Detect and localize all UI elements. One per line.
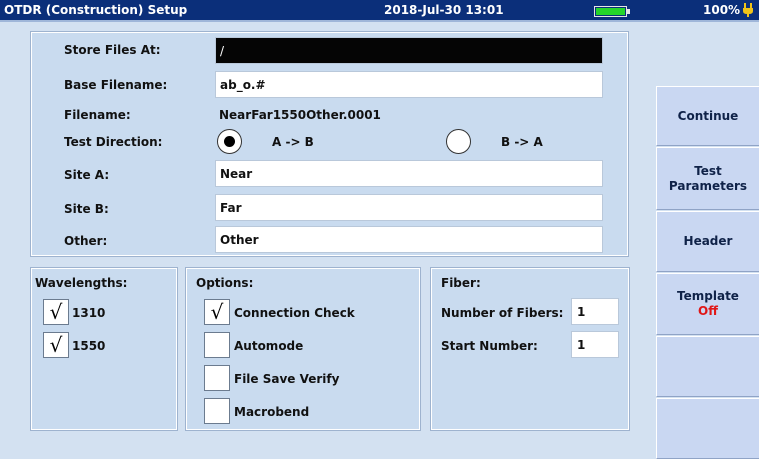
number-of-fibers-label: Number of Fibers: — [441, 306, 564, 320]
options-title: Options: — [196, 276, 254, 290]
template-label: Template — [677, 289, 739, 303]
automode-label: Automode — [234, 339, 304, 353]
connection-check-checkbox[interactable]: √ — [204, 299, 230, 325]
empty-softkey-5[interactable] — [656, 336, 759, 397]
file-save-verify-label: File Save Verify — [234, 372, 340, 386]
file-settings-panel: Store Files At: / Base Filename: ab_o.# … — [30, 31, 629, 257]
other-label: Other: — [64, 234, 108, 248]
site-b-label: Site B: — [64, 202, 109, 216]
test-direction-label: Test Direction: — [64, 135, 163, 149]
wavelengths-title: Wavelengths: — [35, 276, 128, 290]
store-files-label: Store Files At: — [64, 43, 161, 57]
filename-value: NearFar1550Other.0001 — [219, 108, 381, 122]
connection-check-label: Connection Check — [234, 306, 355, 320]
direction-ba-radio[interactable] — [446, 129, 471, 154]
header-label: Header — [683, 234, 733, 248]
template-state: Off — [698, 304, 718, 318]
window-title: OTDR (Construction) Setup — [4, 3, 188, 17]
direction-ba-label: B -> A — [501, 135, 543, 149]
plug-icon — [743, 3, 753, 17]
store-files-field[interactable]: / — [215, 37, 603, 64]
wavelength-1310-label: 1310 — [72, 306, 106, 320]
number-of-fibers-field[interactable]: 1 — [571, 298, 619, 325]
battery-icon — [594, 6, 630, 17]
wavelength-1550-label: 1550 — [72, 339, 106, 353]
checkmark-icon: √ — [49, 333, 63, 357]
fiber-panel: Fiber: Number of Fibers: 1 Start Number:… — [430, 267, 630, 431]
site-a-field[interactable]: Near — [215, 160, 603, 187]
other-field[interactable]: Other — [215, 226, 603, 253]
site-a-label: Site A: — [64, 168, 110, 182]
checkmark-icon: √ — [210, 300, 224, 324]
start-number-label: Start Number: — [441, 339, 538, 353]
checkmark-icon: √ — [49, 300, 63, 324]
title-bar: OTDR (Construction) Setup 2018-Jul-30 13… — [0, 0, 759, 22]
wavelength-1310-checkbox[interactable]: √ — [43, 299, 69, 325]
site-b-field[interactable]: Far — [215, 194, 603, 221]
direction-ab-label: A -> B — [272, 135, 314, 149]
continue-label: Continue — [677, 108, 739, 123]
options-panel: Options: √ Connection Check Automode Fil… — [185, 267, 421, 431]
automode-checkbox[interactable] — [204, 332, 230, 358]
empty-softkey-6[interactable] — [656, 398, 759, 459]
base-filename-label: Base Filename: — [64, 78, 168, 92]
test-parameters-button[interactable]: Test Parameters — [656, 147, 759, 210]
continue-button[interactable]: Continue — [656, 86, 759, 146]
battery-percent: 100% — [703, 3, 741, 17]
test-parameters-label-line2: Parameters — [668, 178, 748, 193]
macrobend-checkbox[interactable] — [204, 398, 230, 424]
filename-label: Filename: — [64, 108, 131, 122]
template-button[interactable]: Template Off — [656, 273, 759, 335]
base-filename-field[interactable]: ab_o.# — [215, 71, 603, 98]
file-save-verify-checkbox[interactable] — [204, 365, 230, 391]
fiber-title: Fiber: — [441, 276, 481, 290]
direction-ab-radio[interactable] — [217, 129, 242, 154]
start-number-field[interactable]: 1 — [571, 331, 619, 358]
wavelengths-panel: Wavelengths: √ 1310 √ 1550 — [30, 267, 178, 431]
wavelength-1550-checkbox[interactable]: √ — [43, 332, 69, 358]
date-time: 2018-Jul-30 13:01 — [384, 3, 504, 17]
test-parameters-label-line1: Test — [694, 163, 722, 178]
header-button[interactable]: Header — [656, 211, 759, 272]
macrobend-label: Macrobend — [234, 405, 310, 419]
